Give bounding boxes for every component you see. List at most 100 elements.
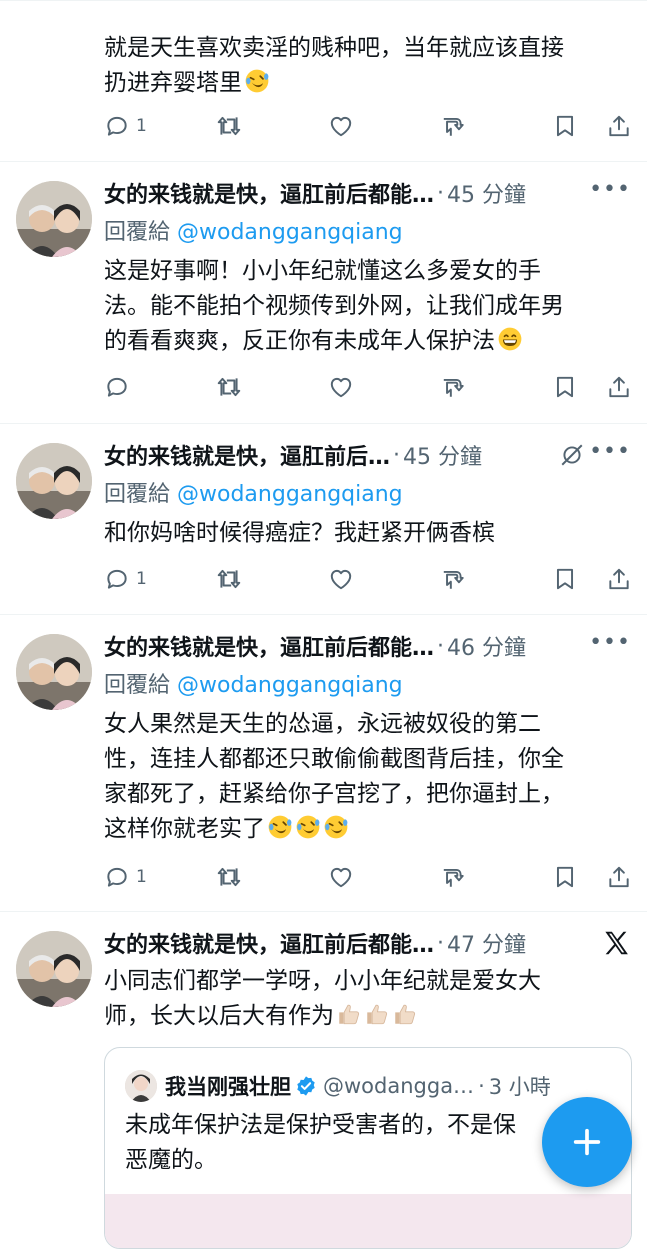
tweet-3[interactable]: 女的来钱就是快，逼肛前后都能… · 46 分鐘 ••• 回覆給 @wodangg… xyxy=(0,614,647,912)
share-button[interactable] xyxy=(606,109,632,143)
quote-timestamp: 3 小時 xyxy=(488,1075,551,1099)
timestamp[interactable]: 46 分鐘 xyxy=(447,630,526,662)
reply-handle-link[interactable]: @wodanggangqiang xyxy=(177,482,403,507)
quote-display-name: 我当刚强壮胆 xyxy=(165,1075,291,1099)
more-icon[interactable]: ••• xyxy=(589,177,631,202)
bookmark-button[interactable] xyxy=(552,860,578,894)
like-button[interactable] xyxy=(328,562,354,596)
share-button[interactable] xyxy=(606,562,632,596)
tweet-0[interactable]: 就是天生喜欢卖淫的贱种吧，当年就应该直接 扔进弃婴塔里 1 xyxy=(0,0,647,162)
share-icon xyxy=(606,566,632,592)
reply-handle-link[interactable]: @wodanggangqiang xyxy=(177,673,403,698)
reply-count: 1 xyxy=(136,116,147,136)
muted-icon xyxy=(561,444,583,466)
reply-to-line: 回覆給 @wodanggangqiang xyxy=(104,667,403,699)
retweet-icon xyxy=(216,374,242,400)
views-button[interactable] xyxy=(440,562,466,596)
retweet-button[interactable] xyxy=(216,562,242,596)
grin-emoji-icon xyxy=(497,326,523,352)
retweet-button[interactable] xyxy=(216,860,242,894)
reply-icon xyxy=(104,374,130,400)
x-logo-icon[interactable] xyxy=(601,928,631,958)
like-icon xyxy=(328,113,354,139)
rofl-emoji-icon xyxy=(295,814,321,840)
compose-plus-icon xyxy=(573,1128,601,1156)
reply-icon xyxy=(104,864,130,890)
quote-handle: @wodangga… xyxy=(323,1074,475,1098)
retweet-icon xyxy=(216,566,242,592)
reply-button[interactable]: 1 xyxy=(104,562,147,596)
views-button[interactable] xyxy=(440,109,466,143)
bookmark-button[interactable] xyxy=(552,370,578,404)
avatar[interactable] xyxy=(16,634,92,710)
views-button[interactable] xyxy=(440,860,466,894)
more-icon[interactable]: ••• xyxy=(589,630,631,655)
retweet-button[interactable] xyxy=(216,370,242,404)
separator-dot: · xyxy=(437,180,445,206)
reply-count: 1 xyxy=(136,867,147,887)
verified-icon xyxy=(297,1076,315,1096)
avatar[interactable] xyxy=(16,931,92,1007)
retweet-icon xyxy=(216,113,242,139)
avatar[interactable] xyxy=(16,443,92,519)
views-icon xyxy=(440,864,466,890)
share-icon xyxy=(606,374,632,400)
reply-to-line: 回覆給 @wodanggangqiang xyxy=(104,476,403,508)
bookmark-button[interactable] xyxy=(552,109,578,143)
like-icon xyxy=(328,566,354,592)
views-icon xyxy=(440,566,466,592)
share-button[interactable] xyxy=(606,370,632,404)
like-button[interactable] xyxy=(328,860,354,894)
separator-dot: · xyxy=(437,633,445,659)
tweet-1[interactable]: 女的来钱就是快，逼肛前后都能… · 45 分鐘 ••• 回覆給 @wodangg… xyxy=(0,161,647,424)
views-icon xyxy=(440,374,466,400)
share-icon xyxy=(606,864,632,890)
like-icon xyxy=(328,374,354,400)
reply-button[interactable]: 1 xyxy=(104,109,147,143)
bookmark-icon xyxy=(552,113,578,139)
reply-prefix: 回覆給 xyxy=(104,482,171,507)
reply-prefix: 回覆給 xyxy=(104,220,171,245)
share-button[interactable] xyxy=(606,860,632,894)
share-icon xyxy=(606,113,632,139)
tweet-text: 和你妈啥时候得癌症？我赶紧开俩香槟 xyxy=(104,520,495,546)
tweet-2[interactable]: 女的来钱就是快，逼肛前后… · 45 分鐘 ••• 回覆給 @wodanggan… xyxy=(0,423,647,615)
separator-dot: · xyxy=(393,442,401,468)
bookmark-icon xyxy=(552,374,578,400)
display-name[interactable]: 女的来钱就是快，逼肛前后都能… xyxy=(104,927,434,959)
timestamp[interactable]: 47 分鐘 xyxy=(447,927,526,959)
reply-icon xyxy=(104,566,130,592)
bookmark-button[interactable] xyxy=(552,562,578,596)
rofl-emoji-icon xyxy=(323,814,349,840)
like-icon xyxy=(328,864,354,890)
display-name[interactable]: 女的来钱就是快，逼肛前后都能… xyxy=(104,177,434,209)
avatar[interactable] xyxy=(16,181,92,257)
compose-button[interactable] xyxy=(542,1097,632,1187)
reply-handle-link[interactable]: @wodanggangqiang xyxy=(177,220,403,245)
quote-separator-dot: · xyxy=(478,1074,485,1098)
reply-count: 1 xyxy=(136,569,147,589)
tweet-actions xyxy=(104,370,632,404)
timestamp[interactable]: 45 分鐘 xyxy=(447,177,526,209)
views-button[interactable] xyxy=(440,370,466,404)
more-icon[interactable]: ••• xyxy=(589,439,631,464)
quote-header: 我当刚强壮胆 @wodangga… · 3 小時 xyxy=(165,1068,551,1104)
reply-icon xyxy=(104,113,130,139)
bookmark-icon xyxy=(552,566,578,592)
retweet-icon xyxy=(216,864,242,890)
thumbs-up-emoji-icon xyxy=(336,1001,362,1027)
reply-button[interactable] xyxy=(104,370,136,404)
tweet-text: 小同志们都学一学呀，小小年纪就是爱女大 师，长大以后大有作为 xyxy=(104,968,541,1029)
display-name[interactable]: 女的来钱就是快，逼肛前后… xyxy=(104,439,390,471)
reply-button[interactable]: 1 xyxy=(104,860,147,894)
display-name[interactable]: 女的来钱就是快，逼肛前后都能… xyxy=(104,630,434,662)
like-button[interactable] xyxy=(328,370,354,404)
tweet-text: 女人果然是天生的怂逼，永远被奴役的第二 性，连挂人都都还只敢偷偷截图背后挂，你全… xyxy=(104,711,564,842)
timestamp[interactable]: 45 分鐘 xyxy=(403,439,482,471)
rofl-emoji-icon xyxy=(267,814,293,840)
like-button[interactable] xyxy=(328,109,354,143)
separator-dot: · xyxy=(437,930,445,956)
tweet-header: 女的来钱就是快，逼肛前后都能… · 47 分鐘 xyxy=(104,925,631,961)
retweet-button[interactable] xyxy=(216,109,242,143)
thumbs-up-emoji-icon xyxy=(392,1001,418,1027)
